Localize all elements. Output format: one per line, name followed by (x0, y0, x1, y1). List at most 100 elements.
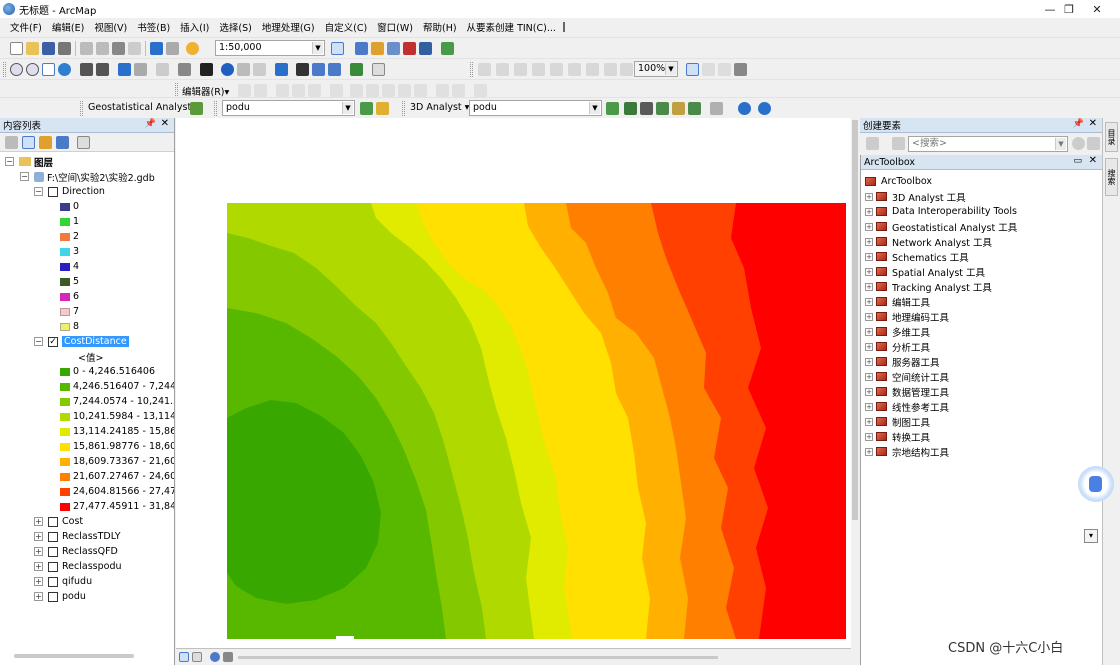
paste-icon[interactable] (112, 42, 125, 55)
menu-help[interactable]: 帮助(H) (418, 20, 462, 34)
toolbox-item[interactable]: + 编辑工具 (865, 294, 930, 309)
expand-icon[interactable]: + (34, 547, 43, 556)
scrollbar-thumb[interactable] (852, 120, 858, 520)
layer-visibility-checkbox[interactable] (48, 576, 58, 587)
layout-fixed-in-icon[interactable] (568, 63, 581, 76)
expand-icon[interactable]: + (865, 342, 873, 351)
toolbox-item[interactable]: + Network Analyst 工具 (865, 234, 992, 249)
search-tab[interactable]: 搜索 (1105, 158, 1118, 196)
zoom-percent-combobox[interactable]: 100% ▼ (634, 61, 678, 77)
new-document-icon[interactable] (10, 42, 23, 55)
collapse-icon[interactable]: − (34, 337, 43, 346)
expand-icon[interactable]: + (865, 192, 873, 201)
layer-combobox-2[interactable]: podu ▼ (469, 100, 602, 116)
expand-icon[interactable]: + (865, 372, 873, 381)
cut-polygons-icon[interactable] (382, 84, 395, 97)
menu-edit[interactable]: 编辑(E) (47, 20, 89, 34)
catalog-window-icon[interactable] (371, 42, 384, 55)
expand-icon[interactable]: + (865, 357, 873, 366)
clear-search-icon[interactable] (1087, 137, 1100, 150)
trace-icon[interactable] (308, 84, 321, 97)
collapse-icon[interactable]: − (5, 157, 14, 166)
collapse-icon[interactable]: − (20, 172, 29, 181)
menu-bookmarks[interactable]: 书签(B) (132, 20, 175, 34)
layout-back-icon[interactable] (604, 63, 617, 76)
arcscene-icon[interactable] (738, 102, 751, 115)
full-extent-icon[interactable] (58, 63, 71, 76)
forward-icon[interactable] (134, 63, 147, 76)
expand-icon[interactable]: + (34, 577, 43, 586)
toolbox-item[interactable]: + Tracking Analyst 工具 (865, 279, 992, 294)
menu-view[interactable]: 视图(V) (89, 20, 132, 34)
find-route-icon[interactable] (312, 63, 325, 76)
identify-icon[interactable] (221, 63, 234, 76)
toggle-draft-icon[interactable] (686, 63, 699, 76)
map-vertical-scrollbar[interactable] (851, 118, 859, 648)
expand-icon[interactable]: + (865, 447, 873, 456)
measure-icon[interactable] (275, 63, 288, 76)
organize-templates-icon[interactable] (866, 137, 879, 150)
expand-icon[interactable]: + (34, 517, 43, 526)
layer-podu[interactable]: + podu (34, 589, 86, 604)
expand-icon[interactable]: + (865, 252, 873, 261)
expand-icon[interactable]: + (34, 592, 43, 601)
expand-icon[interactable]: + (865, 402, 873, 411)
edit-vertices-icon[interactable] (350, 84, 363, 97)
layer-visibility-checkbox[interactable] (48, 561, 58, 572)
interpolate-line-icon[interactable] (672, 102, 685, 115)
options-icon[interactable] (77, 136, 90, 149)
cut-icon[interactable] (80, 42, 93, 55)
open-icon[interactable] (26, 42, 39, 55)
layer-visibility-checkbox[interactable] (48, 591, 58, 602)
html-popup-icon[interactable] (253, 63, 266, 76)
panel-scroll-icon[interactable]: ▾ (1084, 529, 1098, 543)
map-view[interactable] (176, 118, 851, 648)
layer-visibility-checkbox[interactable] (48, 516, 58, 527)
point-icon[interactable] (330, 84, 343, 97)
geostatistical-analyst-menu[interactable]: Geostatistical Analyst ▾ (88, 102, 199, 113)
toolbox-item[interactable]: + 宗地结构工具 (865, 444, 949, 459)
viewer-window-icon[interactable] (372, 63, 385, 76)
toolbox-item[interactable]: + 分析工具 (865, 339, 930, 354)
toolbox-item[interactable]: + 地理编码工具 (865, 309, 949, 324)
maximize-icon[interactable]: ▭ (1073, 156, 1082, 166)
layer-visibility-checkbox[interactable] (48, 546, 58, 557)
toolbox-item[interactable]: + 转换工具 (865, 429, 930, 444)
reshape-icon[interactable] (366, 84, 379, 97)
toolbox-item[interactable]: + 数据管理工具 (865, 384, 949, 399)
close-button[interactable]: ✕ (1074, 0, 1120, 18)
expand-icon[interactable]: + (865, 297, 873, 306)
expand-icon[interactable]: + (865, 222, 873, 231)
toolbox-item[interactable]: + 服务器工具 (865, 354, 940, 369)
select-features-icon[interactable] (156, 63, 169, 76)
layer-combobox-1[interactable]: podu ▼ (222, 100, 355, 116)
toolbox-item[interactable]: + Schematics 工具 (865, 249, 969, 264)
pin-icon[interactable]: 📌 (1073, 119, 1084, 129)
menu-selection[interactable]: 选择(S) (214, 20, 256, 34)
layer-qifudu[interactable]: + qifudu (34, 574, 92, 589)
3d-analyst-menu[interactable]: 3D Analyst ▾ (410, 102, 469, 113)
interpolate-polygon-icon[interactable] (688, 102, 701, 115)
search-icon[interactable] (1072, 137, 1085, 150)
redo-icon[interactable] (166, 42, 179, 55)
zoom-out-icon[interactable] (26, 63, 39, 76)
back-icon[interactable] (118, 63, 131, 76)
layer-reclasstdly[interactable]: + ReclassTDLY (34, 529, 121, 544)
print-icon[interactable] (58, 42, 71, 55)
clear-selection-icon[interactable] (178, 63, 191, 76)
fixed-zoom-in-icon[interactable] (80, 63, 93, 76)
layout-view-icon[interactable] (192, 652, 202, 662)
gdb-group[interactable]: − F:\空间\实验2\实验2.gdb (20, 169, 155, 184)
toolbox-item[interactable]: + Spatial Analyst 工具 (865, 264, 985, 279)
layer-costdistance[interactable]: − ✓ CostDistance (34, 334, 129, 349)
horizontal-scrollbar[interactable] (238, 656, 718, 659)
split-icon[interactable] (398, 84, 411, 97)
copy-icon[interactable] (96, 42, 109, 55)
search-window-icon[interactable] (387, 42, 400, 55)
floating-assistant-button[interactable] (1078, 466, 1114, 502)
expand-icon[interactable]: + (865, 267, 873, 276)
layer-reclasspodu[interactable]: + Reclasspodu (34, 559, 122, 574)
layout-fixed-out-icon[interactable] (586, 63, 599, 76)
interpolate-point-icon[interactable] (656, 102, 669, 115)
layout-full-icon[interactable] (532, 63, 545, 76)
